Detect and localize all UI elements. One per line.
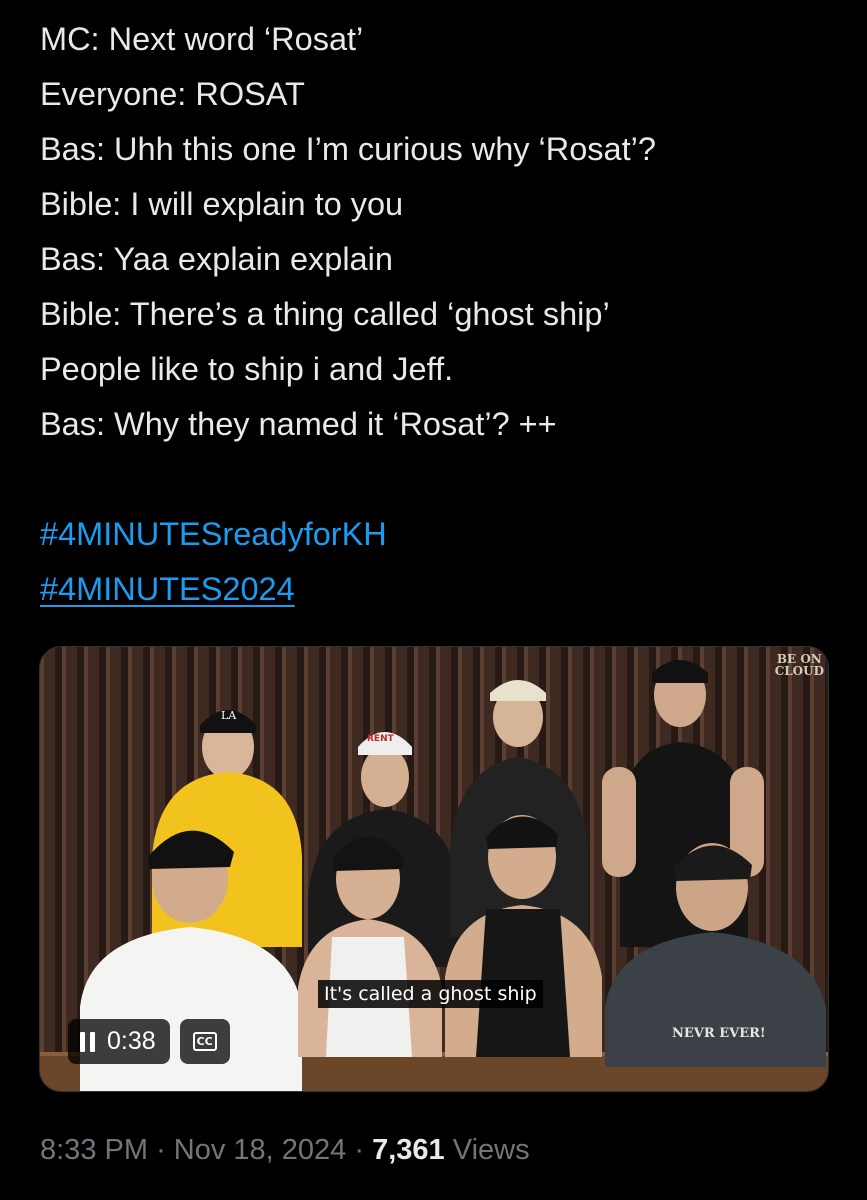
tweet-line: Bible: There’s a thing called ‘ghost shi… xyxy=(40,296,610,332)
tweet-line: MC: Next word ‘Rosat’ xyxy=(40,21,364,57)
tweet-date: Nov 18, 2024 xyxy=(173,1134,347,1166)
captions-button[interactable]: CC xyxy=(179,1019,230,1064)
views-label: Views xyxy=(452,1134,530,1166)
tweet-timestamp[interactable]: 8:33 PM · Nov 18, 2024 xyxy=(40,1134,346,1166)
tweet-line: Bas: Yaa explain explain xyxy=(40,241,393,277)
watermark-line: CLOUD xyxy=(774,664,824,678)
play-pause-button[interactable]: 0:38 xyxy=(68,1019,170,1064)
video-player[interactable]: NEVR EVER! LA RENT BE ON CLOUD It's call… xyxy=(39,646,829,1092)
tweet-text: MC: Next word ‘Rosat’ Everyone: ROSAT Ba… xyxy=(40,12,840,617)
views-count: 7,361 xyxy=(372,1134,445,1166)
meta-separator: · xyxy=(156,1134,166,1166)
tweet-line: Everyone: ROSAT xyxy=(40,76,305,112)
video-subtitle: It's called a ghost ship xyxy=(318,980,543,1008)
tweet-line: Bas: Why they named it ‘Rosat’? ++ xyxy=(40,406,557,442)
video-controls: 0:38 CC xyxy=(68,1019,230,1064)
cap-logo-text: LA xyxy=(221,709,237,722)
cap-logo-text-2: RENT xyxy=(367,734,395,744)
tweet-meta: 8:33 PM · Nov 18, 2024 · 7,361 Views xyxy=(40,1128,530,1172)
channel-watermark: BE ON CLOUD xyxy=(775,653,824,677)
meta-separator: · xyxy=(354,1134,365,1166)
tweet-line: Bas: Uhh this one I’m curious why ‘Rosat… xyxy=(40,131,656,167)
tweet-line: People like to ship i and Jeff. xyxy=(40,351,454,387)
hashtag-link-4minutesreadyforkh[interactable]: #4MINUTESreadyforKH xyxy=(40,516,387,552)
hashtag-link-4minutes2024[interactable]: #4MINUTES2024 xyxy=(40,571,295,607)
pause-icon xyxy=(80,1031,95,1053)
tweet-line: Bible: I will explain to you xyxy=(40,186,404,222)
cc-icon: CC xyxy=(192,1032,217,1051)
tweet-time: 8:33 PM xyxy=(40,1134,148,1166)
video-time: 0:38 xyxy=(107,1027,156,1055)
line-spacer xyxy=(40,452,840,507)
shirt-print-text: NEVR EVER! xyxy=(672,1026,766,1041)
